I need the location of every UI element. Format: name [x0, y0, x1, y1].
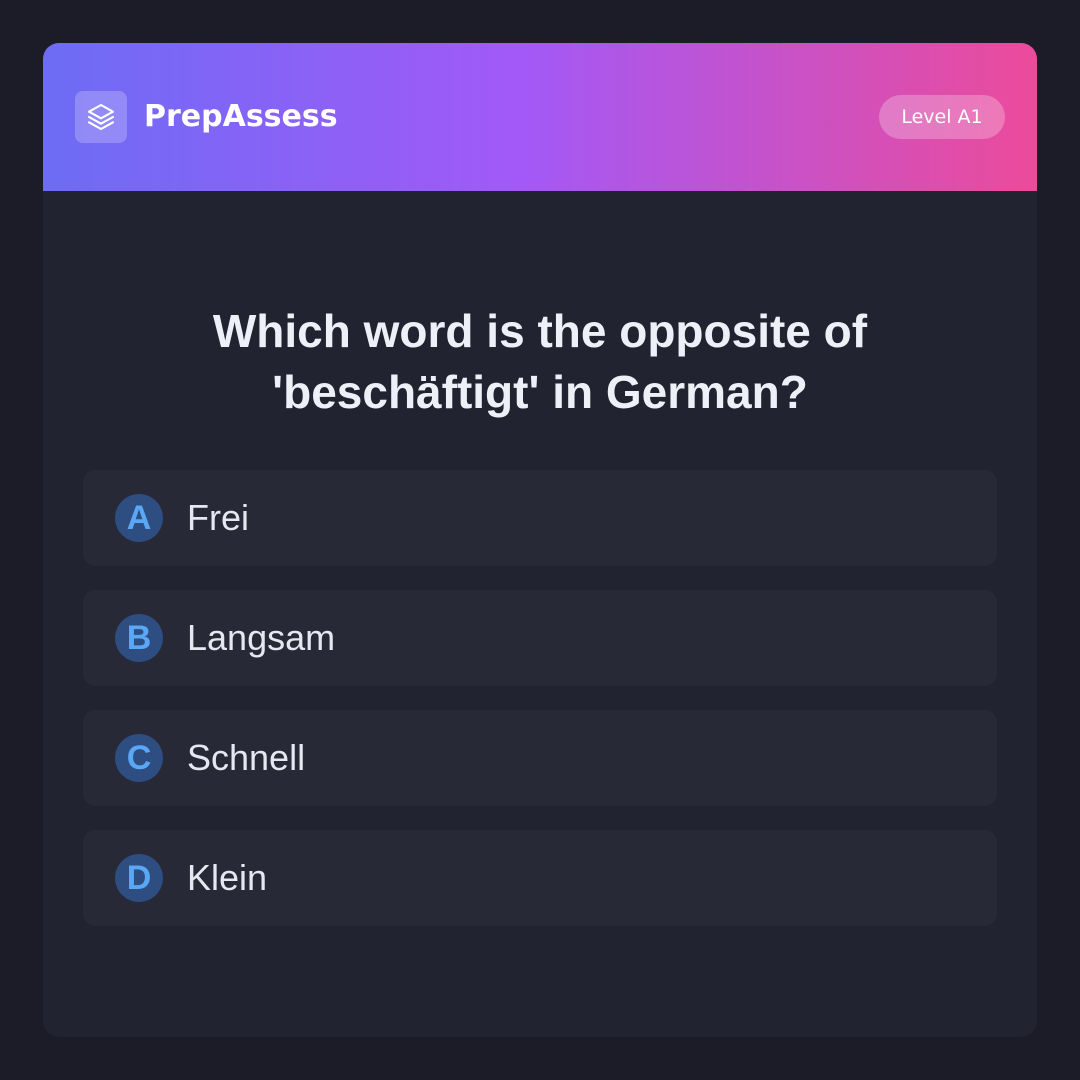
level-badge: Level A1: [879, 95, 1005, 139]
option-d-button[interactable]: D Klein: [83, 830, 997, 926]
quiz-card: PrepAssess Level A1 Which word is the op…: [43, 43, 1037, 1037]
option-letter-badge: C: [115, 734, 163, 782]
layers-icon: [75, 91, 127, 143]
answer-options: A Frei B Langsam C Schnell D Klein: [83, 470, 997, 950]
brand-name: PrepAssess: [144, 99, 338, 134]
option-label: Frei: [187, 497, 249, 538]
option-a-button[interactable]: A Frei: [83, 470, 997, 566]
option-letter-badge: A: [115, 494, 163, 542]
option-c-button[interactable]: C Schnell: [83, 710, 997, 806]
option-label: Schnell: [187, 737, 306, 778]
question-text: Which word is the opposite of 'beschäfti…: [212, 305, 868, 418]
option-label: Klein: [187, 857, 268, 898]
header-banner: PrepAssess Level A1: [43, 43, 1037, 191]
option-letter-badge: B: [115, 614, 163, 662]
option-label: Langsam: [187, 617, 336, 658]
option-b-button[interactable]: B Langsam: [83, 590, 997, 686]
option-letter-badge: D: [115, 854, 163, 902]
